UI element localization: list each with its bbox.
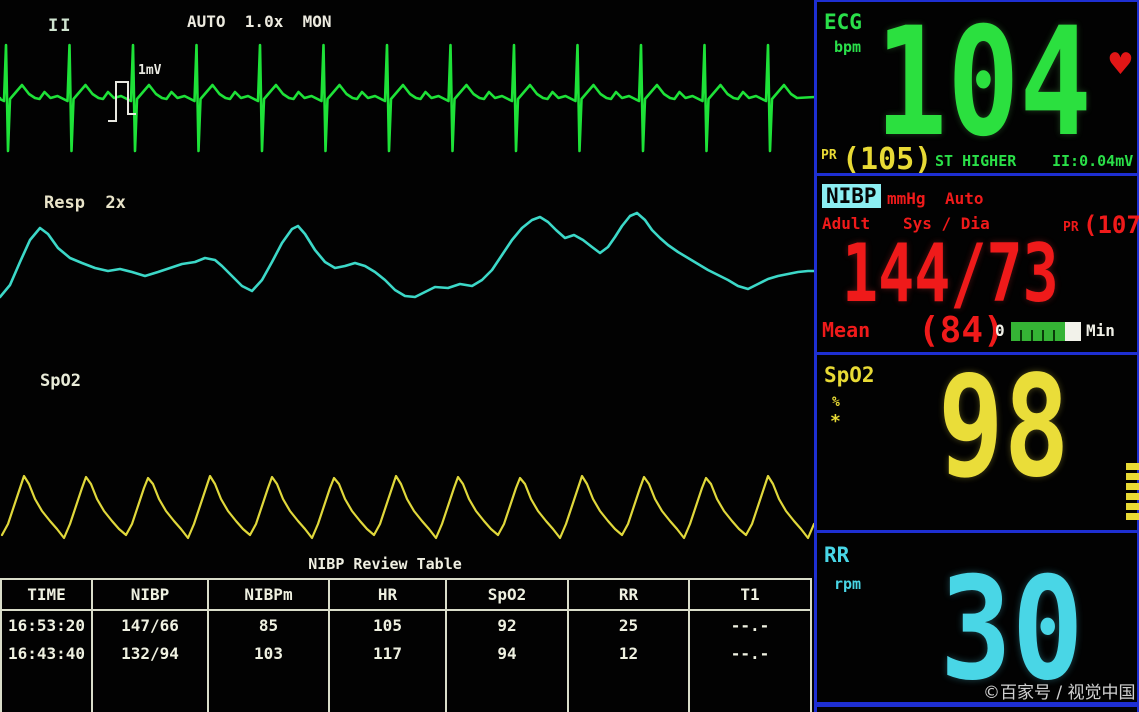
timer-zero-label: 0 (995, 321, 1005, 340)
rr-unit-label: rpm (834, 575, 861, 593)
resp-label: Resp 2x (44, 193, 126, 213)
panel-edge-bottom (815, 702, 1139, 707)
watermark-text: ©百家号 / 视觉中国 (983, 678, 1136, 702)
ecg-lead-label: II (48, 16, 72, 36)
ecg-unit-label: bpm (834, 38, 861, 56)
spo2-panel[interactable]: SpO2 % * 98 (815, 355, 1139, 530)
table-header-cell: HR (329, 579, 446, 610)
timer-remaining-bar (1065, 322, 1081, 341)
table-cell: 92 (446, 610, 568, 639)
heart-rate-value: 104 (875, 8, 1092, 158)
nibp-mode-label[interactable]: Auto (945, 189, 984, 208)
spo2-wave-label: SpO2 (40, 371, 81, 391)
nibp-pr-label: PR (1063, 220, 1079, 235)
spo2-pleth-waveform (2, 476, 814, 538)
table-header-cell: T1 (689, 579, 811, 610)
spo2-unit-label: % (832, 395, 840, 410)
heart-beat-icon: ♥ (1107, 50, 1134, 80)
ecg-pr-label: PR (821, 148, 837, 163)
resp-waveform (0, 213, 815, 297)
table-cell: 147/66 (92, 610, 208, 639)
ecg-mode-label[interactable]: AUTO 1.0x MON (187, 12, 332, 31)
table-header-cell: NIBP (92, 579, 208, 610)
spo2-pulse-marker: * (830, 411, 841, 432)
table-header-cell: TIME (1, 579, 92, 610)
table-cell: 85 (208, 610, 329, 639)
table-cell: 117 (329, 639, 446, 667)
spo2-value: 98 (938, 358, 1069, 498)
table-row[interactable]: 16:43:40132/941031179412--.- (1, 639, 811, 667)
spo2-panel-title: SpO2 (824, 363, 875, 387)
st-status-text: ST HIGHER (935, 152, 1016, 170)
table-cell: 103 (208, 639, 329, 667)
table-cell: 12 (568, 639, 689, 667)
table-cell: --.- (689, 639, 811, 667)
nibp-review-table[interactable]: TIMENIBPNIBPmHRSpO2RRT116:53:20147/66851… (0, 578, 812, 712)
ecg-panel-title: ECG (824, 10, 862, 34)
table-cell: 16:43:40 (1, 639, 92, 667)
table-header-cell: NIBPm (208, 579, 329, 610)
nibp-interval-timer-bar (1011, 322, 1081, 341)
table-header-cell: RR (568, 579, 689, 610)
rr-panel[interactable]: RR rpm 30 ©百家号 / 视觉中国 (815, 533, 1139, 702)
nibp-value: 144/73 (842, 234, 1059, 314)
st-value: II:0.04mV (1052, 152, 1133, 170)
table-cell: 94 (446, 639, 568, 667)
table-header-cell: SpO2 (446, 579, 568, 610)
nibp-panel-title[interactable]: NIBP (822, 184, 881, 208)
table-cell: --.- (689, 610, 811, 639)
table-cell: 105 (329, 610, 446, 639)
nibp-pr-value: (107 (1083, 211, 1139, 239)
mean-label: Mean (822, 318, 870, 342)
mean-value: (84) (918, 310, 1005, 351)
nibp-panel[interactable]: NIBP mmHg Auto Adult Sys / Dia PR (107 1… (815, 176, 1139, 352)
table-header-row: TIMENIBPNIBPmHRSpO2RRT1 (1, 579, 811, 610)
review-table-title: NIBP Review Table (0, 555, 770, 573)
table-empty-row (1, 667, 811, 712)
table-cell: 25 (568, 610, 689, 639)
timer-elapsed-bar (1011, 322, 1065, 341)
signal-strength-icon (1126, 463, 1139, 520)
ecg-pr-value: (105) (842, 142, 932, 173)
table-cell: 16:53:20 (1, 610, 92, 639)
patient-monitor-screen: II AUTO 1.0x MON 1mV Resp 2x SpO2 NIBP R… (0, 0, 1139, 712)
table-cell: 132/94 (92, 639, 208, 667)
nibp-unit-label: mmHg (887, 189, 926, 208)
ecg-panel[interactable]: ECG bpm 104 ♥ PR (105) ST HIGHER II:0.04… (815, 2, 1139, 173)
calibration-label: 1mV (138, 63, 161, 78)
ecg-waveform (0, 45, 815, 151)
rr-panel-title: RR (824, 543, 849, 567)
table-row[interactable]: 16:53:20147/66851059225--.- (1, 610, 811, 639)
timer-unit-label: Min (1086, 321, 1115, 340)
